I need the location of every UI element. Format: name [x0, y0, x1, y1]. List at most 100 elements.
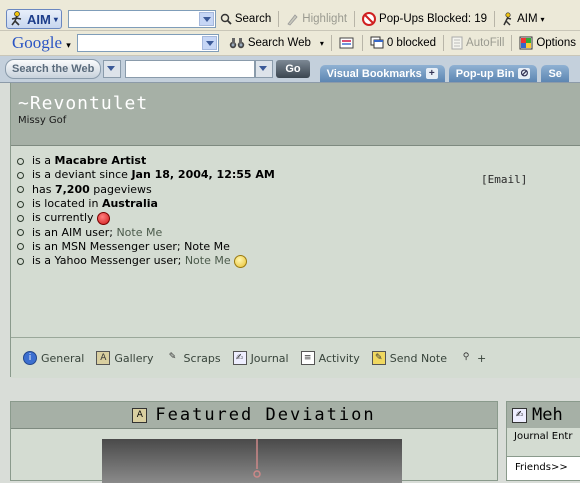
popup-window-icon — [370, 36, 384, 49]
autofill-button[interactable]: AutoFill — [447, 33, 508, 53]
fact-text: has — [32, 182, 55, 196]
popup-blocker-icon — [362, 12, 377, 26]
popups-label: Pop-Ups Blocked: 19 — [379, 13, 488, 25]
chevron-down-icon[interactable] — [201, 36, 217, 50]
journal-icon: ✍ — [232, 351, 247, 365]
chevron-down-icon: ▾ — [66, 40, 71, 50]
aim-note-me-link[interactable]: Note Me — [116, 226, 162, 240]
search-the-web-label: Search the Web — [12, 63, 95, 75]
divider — [443, 35, 445, 51]
visual-bookmarks-tab[interactable]: Visual Bookmarks + — [319, 65, 445, 82]
chevron-down-icon[interactable] — [256, 62, 272, 76]
highlight-button[interactable]: Highlight — [282, 9, 351, 29]
tab-label: Gallery — [114, 351, 154, 365]
fact-value: Australia — [101, 197, 158, 211]
tab-gallery[interactable]: A Gallery — [84, 351, 154, 365]
tab-label: Activity — [318, 351, 360, 365]
google-search-input[interactable] — [76, 34, 219, 52]
add-friend-icon: ⚲ — [462, 352, 470, 362]
featured-deviation-panel: A Featured Deviation — [10, 401, 498, 483]
tab-scraps[interactable]: ✎ Scraps — [154, 351, 221, 365]
web-search-input[interactable] — [125, 60, 256, 78]
gallery-icon: A — [96, 351, 111, 365]
tab-label: General — [41, 351, 85, 365]
blocked-label: 0 blocked — [386, 37, 437, 49]
plus-icon[interactable]: + — [425, 68, 438, 79]
cut-off-tab[interactable]: Se — [541, 65, 569, 82]
journal-panel: ✍ Meh Journal Entr Friends>> — [506, 401, 580, 481]
info-icon: i — [23, 351, 37, 365]
aim-running-man-icon — [11, 11, 22, 26]
cut-off-tab-label: Se — [548, 67, 562, 80]
google-logo: Google — [12, 33, 63, 52]
aim-label: AIM — [27, 11, 51, 27]
fact-aim: is an AIM user; Note Me — [17, 225, 580, 239]
tab-journal[interactable]: ✍ Journal — [221, 351, 289, 365]
aim-search-label: Search — [234, 13, 272, 25]
popup-bin-tab[interactable]: Pop-up Bin ⊘ — [448, 65, 538, 82]
aim-button[interactable]: AIM ▾ — [6, 9, 62, 29]
fact-location: is located in Australia — [17, 197, 580, 211]
profile-facts-list: is a Macabre Artist is a deviant since J… — [11, 146, 580, 268]
scraps-icon: ✎ — [168, 352, 177, 362]
news-button[interactable] — [335, 33, 359, 53]
tab-label: Journal — [250, 351, 289, 365]
friends-link[interactable]: Friends>> — [507, 456, 580, 480]
options-button[interactable]: Options — [515, 33, 580, 53]
smiley-face-icon — [233, 254, 247, 268]
no-entry-icon[interactable]: ⊘ — [518, 68, 531, 79]
search-history-dropdown[interactable] — [255, 60, 274, 78]
aim-running-man-icon — [503, 12, 512, 26]
popups-blocked-button[interactable]: Pop-Ups Blocked: 19 — [358, 9, 491, 29]
tab-label: Scraps — [183, 351, 221, 365]
fact-msn: is an MSN Messenger user; Note Me — [17, 240, 580, 254]
search-the-web-button[interactable]: Search the Web — [5, 59, 102, 79]
highlighter-icon — [287, 13, 298, 25]
aim-search-input[interactable] — [67, 10, 216, 28]
autofill-icon — [451, 36, 463, 50]
search-web-button[interactable]: Search Web ▾ — [225, 33, 328, 53]
bookmarks-toolbar: Search the Web Go Visual Bookmarks + Pop… — [0, 56, 580, 83]
angry-face-icon — [96, 211, 110, 225]
yahoo-note-me-link[interactable]: Note Me — [185, 254, 231, 268]
profile-header: ~Revontulet Missy Gof — [11, 83, 580, 146]
fact-text: pageviews — [89, 182, 152, 196]
go-button[interactable]: Go — [276, 60, 310, 78]
fact-text: is located in — [32, 197, 102, 211]
fact-text: is an MSN Messenger user; Note Me — [32, 239, 230, 253]
aim-menu-button[interactable]: AIM ▾ — [498, 9, 548, 29]
chevron-down-icon[interactable] — [198, 12, 214, 26]
email-link[interactable]: [Email] — [481, 173, 527, 186]
fact-current-mood: is currently — [17, 211, 580, 225]
binoculars-icon — [229, 38, 245, 49]
google-logo-menu[interactable]: Google ▾ — [12, 33, 71, 53]
aim-dropdown-arrow-icon: ▾ — [53, 14, 58, 24]
fact-text: is a — [32, 154, 55, 168]
fact-text: is an AIM user; — [32, 225, 117, 239]
tab-send-note[interactable]: ✎ Send Note — [360, 351, 447, 365]
go-label: Go — [285, 63, 301, 75]
divider — [330, 35, 332, 51]
chevron-down-icon[interactable] — [104, 62, 120, 76]
divider — [494, 11, 496, 27]
visual-bookmarks-label: Visual Bookmarks — [326, 67, 422, 80]
fact-text: is a Yahoo Messenger user; — [32, 254, 185, 268]
aim-search-button[interactable]: Search — [216, 9, 275, 29]
popups-blocked-google-button[interactable]: 0 blocked — [366, 33, 440, 53]
journal-subtitle: Journal Entr — [514, 431, 573, 442]
popup-bin-label: Pop-up Bin — [455, 67, 515, 80]
divider — [278, 11, 280, 27]
profile-tabs: i General A Gallery ✎ Scraps ✍ Journal ≡… — [11, 337, 580, 378]
fact-value: Macabre Artist — [54, 154, 147, 168]
tab-general[interactable]: i General — [11, 351, 84, 365]
highlight-label: Highlight — [302, 13, 348, 25]
search-engine-dropdown[interactable] — [103, 60, 122, 78]
tab-activity[interactable]: ≡ Activity — [289, 351, 360, 365]
featured-header: A Featured Deviation — [11, 402, 497, 429]
tab-add-friend[interactable]: ⚲ + — [447, 351, 487, 365]
divider — [354, 11, 356, 27]
journal-icon: ✍ — [512, 407, 527, 423]
autofill-label: AutoFill — [466, 37, 505, 49]
fact-value: 7,200 — [54, 182, 90, 196]
featured-image[interactable] — [102, 439, 402, 483]
